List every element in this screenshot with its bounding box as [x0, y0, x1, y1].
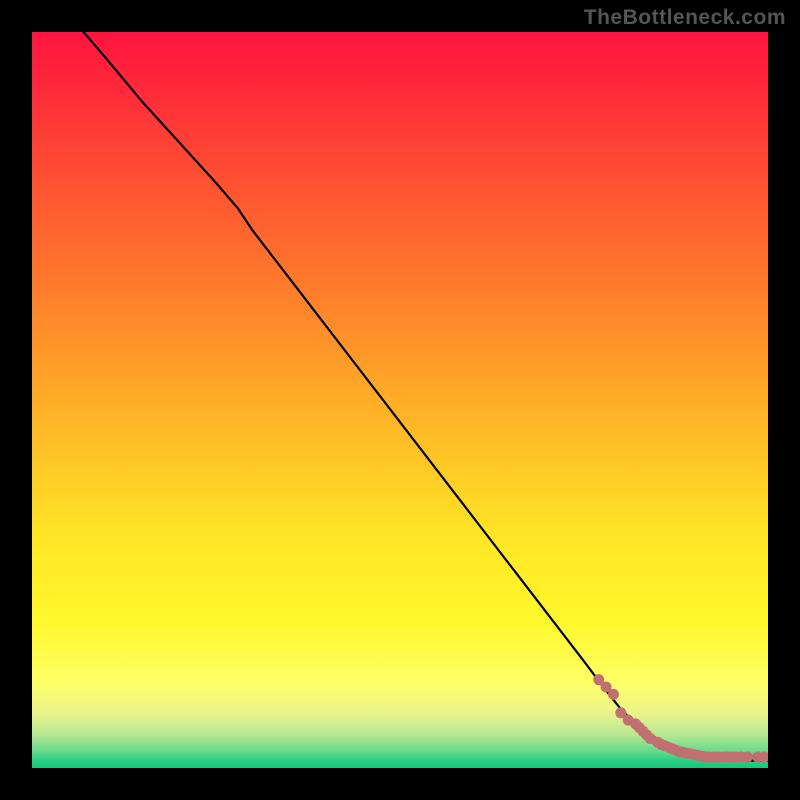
chart-svg [32, 32, 768, 768]
chart-frame: TheBottleneck.com [0, 0, 800, 800]
watermark-text: TheBottleneck.com [584, 6, 786, 30]
gradient-rect [32, 32, 768, 768]
plot-area [32, 32, 768, 768]
data-point [742, 751, 753, 762]
data-point [608, 689, 619, 700]
